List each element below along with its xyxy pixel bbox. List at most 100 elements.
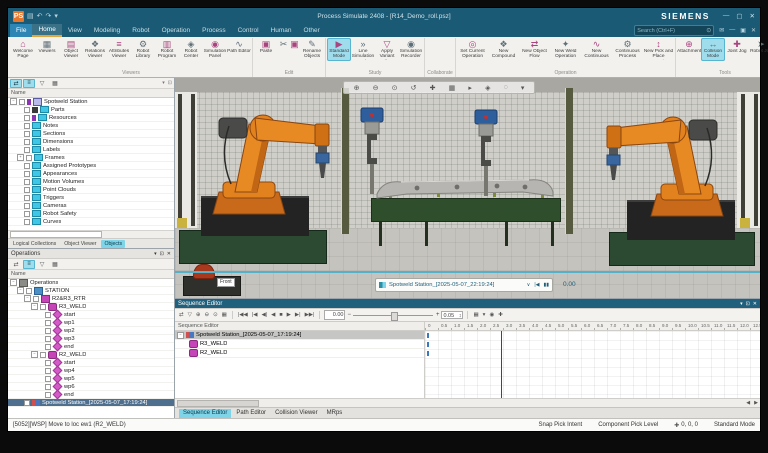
expander-icon[interactable]: − xyxy=(10,279,17,286)
doc-close-button[interactable]: ✕ xyxy=(751,27,756,34)
panel-menu-icon[interactable]: ▾ xyxy=(740,301,743,307)
link-operations-icon[interactable]: ⇄ xyxy=(178,312,185,318)
weld-gun-left[interactable] xyxy=(351,106,393,198)
objects-item-triggers[interactable]: Triggers xyxy=(8,194,174,202)
doc-minimize-button[interactable]: — xyxy=(729,27,735,34)
operations-item-start[interactable]: start xyxy=(8,359,174,367)
expander-icon[interactable]: − xyxy=(177,332,184,339)
view-options-icon[interactable]: ▽ xyxy=(36,79,48,88)
docked-tab-path-editor[interactable]: Path Editor xyxy=(232,409,270,418)
tree-filter-icon[interactable]: ≡ xyxy=(23,79,35,88)
collision-mode-button[interactable]: ↔Collision Mode xyxy=(701,38,725,61)
customize-quick-access-icon[interactable]: ▾ xyxy=(54,12,58,21)
gantt-chart[interactable]: 00.51.01.52.02.53.03.54.04.55.05.56.06.5… xyxy=(425,322,760,398)
save-icon[interactable]: ▤ xyxy=(27,12,34,21)
player-pause-icon[interactable]: ▮▮ xyxy=(543,282,549,288)
columns-icon[interactable]: ▦ xyxy=(49,79,61,88)
visibility-checkbox[interactable] xyxy=(45,336,51,342)
standard-mode-button[interactable]: ▶Standard Mode xyxy=(327,38,351,61)
viewers-button[interactable]: ▦Viewers xyxy=(35,38,59,55)
objects-item-sections[interactable]: Sections xyxy=(8,130,174,138)
operations-item-end[interactable]: end xyxy=(8,343,174,351)
simulation-player[interactable]: Spotweld Station_[2025-05-07_22:19:24] ∨… xyxy=(375,278,553,292)
cut-button[interactable]: ✂ xyxy=(278,38,289,50)
tab-human[interactable]: Human xyxy=(265,24,298,37)
rotate-view-icon[interactable]: ↺ xyxy=(411,84,417,92)
interval-stepper[interactable]: 0.05↕ xyxy=(441,311,463,319)
docked-tab-mrps[interactable]: MRps xyxy=(323,409,347,418)
expander-icon[interactable]: − xyxy=(10,98,17,105)
gantt-hscrollbar[interactable]: ◀▶ xyxy=(175,398,760,407)
panel-pin-icon[interactable]: ⊡ xyxy=(160,251,164,257)
objects-item-curves[interactable]: Curves xyxy=(8,218,174,226)
pan-icon[interactable]: ✚ xyxy=(430,84,436,92)
tab-view[interactable]: View xyxy=(62,24,88,37)
robot-center-button[interactable]: ◈Robot Center xyxy=(179,38,203,61)
visibility-checkbox[interactable] xyxy=(26,288,32,294)
visibility-checkbox[interactable] xyxy=(24,179,30,185)
panel-menu-icon[interactable]: ▾ xyxy=(162,80,165,86)
redo-icon[interactable]: ↷ xyxy=(46,12,52,21)
panel-tab-logical-collections[interactable]: Logical Collections xyxy=(10,240,59,248)
3d-viewport[interactable]: ⊕⊖⊙↺✚▦▸◈◌▾ Front Spotweld Station_[2025-… xyxy=(175,78,760,298)
play-backward-button[interactable]: ◀| xyxy=(260,312,268,318)
rename-objects-button[interactable]: ✎Rename Objects xyxy=(300,38,324,61)
visibility-checkbox[interactable] xyxy=(24,187,30,193)
objects-item-assigned-prototypes[interactable]: Assigned Prototypes xyxy=(8,162,174,170)
tab-control[interactable]: Control xyxy=(232,24,265,37)
visibility-checkbox[interactable] xyxy=(24,131,30,137)
visibility-checkbox[interactable] xyxy=(26,155,32,161)
objects-item-labels[interactable]: Labels xyxy=(8,146,174,154)
tab-home[interactable]: Home xyxy=(32,24,61,37)
tab-robot[interactable]: Robot xyxy=(126,24,155,37)
panel-float-icon[interactable]: ⊡ xyxy=(168,80,172,86)
paste-button[interactable]: ▣Paste xyxy=(254,38,278,55)
copy-button[interactable]: ▣ xyxy=(289,38,300,50)
operations-item-wp4[interactable]: wp4 xyxy=(8,367,174,375)
visibility-checkbox[interactable] xyxy=(33,296,39,302)
visibility-checkbox[interactable] xyxy=(24,219,30,225)
attachment-button[interactable]: ⊕Attachment xyxy=(677,38,701,55)
visibility-checkbox[interactable] xyxy=(24,139,30,145)
objects-item-robot-safety[interactable]: Robot Safety xyxy=(8,210,174,218)
operations-item-wp1[interactable]: wp1 xyxy=(8,319,174,327)
expander-icon[interactable]: − xyxy=(31,351,38,358)
frame-icon[interactable]: ◈ xyxy=(485,84,490,92)
select-icon[interactable]: ▸ xyxy=(468,84,472,92)
objects-item-resources[interactable]: Resources xyxy=(8,114,174,122)
objects-item-point-clouds[interactable]: Point Clouds xyxy=(8,186,174,194)
objects-item-parts[interactable]: Parts xyxy=(8,106,174,114)
filter-icon[interactable]: ▽ xyxy=(187,312,193,318)
docked-tab-sequence-editor[interactable]: Sequence Editor xyxy=(179,409,231,418)
undo-icon[interactable]: ↶ xyxy=(37,12,43,21)
zoom-out-icon[interactable]: ⊖ xyxy=(373,84,379,92)
visibility-checkbox[interactable] xyxy=(45,384,51,390)
visibility-checkbox[interactable] xyxy=(45,344,51,350)
robot-jog-button[interactable]: ➤Robot Jog xyxy=(749,38,768,55)
visibility-checkbox[interactable] xyxy=(45,376,51,382)
grid-icon[interactable]: ▦ xyxy=(472,312,479,318)
objects-hscrollbar[interactable] xyxy=(8,230,174,238)
panel-close-icon[interactable]: ✕ xyxy=(167,251,171,257)
sort-icon[interactable]: ⇄ xyxy=(10,260,22,269)
zoom-in-icon[interactable]: ⊕ xyxy=(195,312,202,318)
scroll-left-icon[interactable]: ◀ xyxy=(746,400,750,406)
visibility-checkbox[interactable] xyxy=(24,171,30,177)
sequence-row-r2-weld[interactable]: R2_WELD xyxy=(175,349,424,358)
tree-view-icon[interactable]: ≡ xyxy=(23,260,35,269)
minimize-button[interactable]: — xyxy=(723,12,730,20)
visibility-checkbox[interactable] xyxy=(24,107,30,113)
operations-item-r2-r3-rtr[interactable]: −R2&R3_RTR xyxy=(8,295,174,303)
feedback-icon[interactable]: ✉ xyxy=(719,27,724,34)
reverse-button[interactable]: ◀ xyxy=(270,312,276,318)
zoom-in-icon[interactable]: ⊕ xyxy=(354,84,360,92)
player-menu-icon[interactable]: ∨ xyxy=(527,282,531,288)
panel-close-icon[interactable]: ✕ xyxy=(753,301,757,307)
operations-item-wp5[interactable]: wp5 xyxy=(8,375,174,383)
expander-icon[interactable]: − xyxy=(24,295,31,302)
tab-other[interactable]: Other xyxy=(298,24,326,37)
doc-restore-button[interactable]: ▣ xyxy=(740,27,746,34)
visibility-checkbox[interactable] xyxy=(24,123,30,129)
component-pick-level[interactable]: Component Pick Level xyxy=(598,422,658,428)
search-input[interactable]: Search (Ctrl+F) ⊙ xyxy=(634,25,714,36)
